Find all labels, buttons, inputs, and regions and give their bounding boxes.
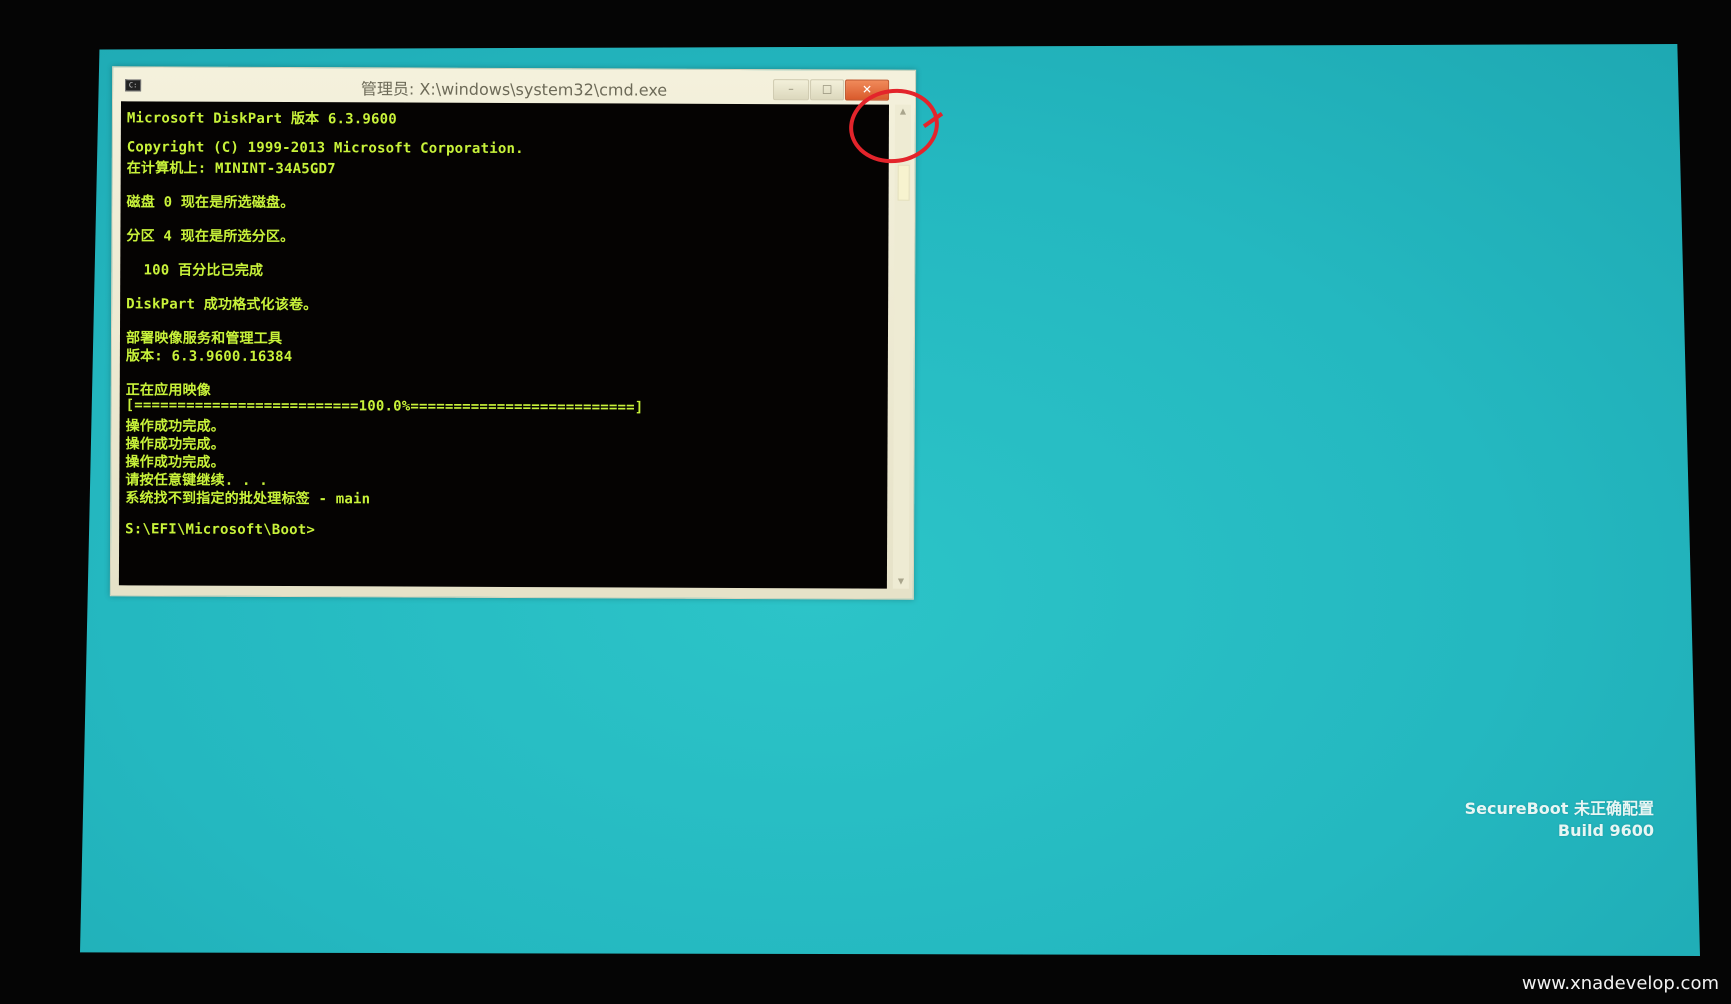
maximize-button[interactable]: □ (810, 79, 845, 101)
console-line: 在计算机上: MININT-34A5GD7 (126, 160, 336, 178)
console-output[interactable]: Microsoft DiskPart 版本 6.3.9600 Copyright… (118, 101, 890, 589)
build-number: Build 9600 (1557, 821, 1654, 840)
console-line: Microsoft DiskPart 版本 6.3.9600 (126, 110, 397, 128)
vertical-scrollbar[interactable]: ▲ ▼ (892, 104, 911, 589)
console-line: 系统找不到指定的批处理标签 - main (125, 490, 371, 508)
title-bar[interactable]: C: 管理员: X:\windows\system32\cmd.exe – □ … (113, 67, 915, 102)
progress-bar-text: [==========================100.0%=======… (125, 397, 644, 416)
console-line: Copyright (C) 1999-2013 Microsoft Corpor… (126, 139, 524, 158)
secureboot-status: SecureBoot 未正确配置 Build 9600 (1465, 798, 1654, 842)
monitor-screen: C: 管理员: X:\windows\system32\cmd.exe – □ … (80, 44, 1700, 956)
scroll-thumb[interactable] (897, 164, 910, 201)
command-prompt[interactable]: S:\EFI\Microsoft\Boot> (125, 521, 315, 538)
site-watermark: www.xnadevelop.com (1521, 973, 1719, 994)
console-line: 磁盘 0 现在是所选磁盘。 (126, 194, 295, 212)
minimize-button[interactable]: – (773, 79, 810, 101)
console-line: 分区 4 现在是所选分区。 (126, 228, 295, 246)
cmd-window[interactable]: C: 管理员: X:\windows\system32\cmd.exe – □ … (109, 66, 917, 600)
console-line: 版本: 6.3.9600.16384 (125, 348, 293, 366)
secureboot-warning: SecureBoot 未正确配置 (1464, 799, 1654, 818)
console-line: 100 百分比已完成 (126, 262, 264, 279)
scroll-down-icon[interactable]: ▼ (893, 575, 909, 589)
console-line: DiskPart 成功格式化该卷。 (126, 296, 318, 314)
